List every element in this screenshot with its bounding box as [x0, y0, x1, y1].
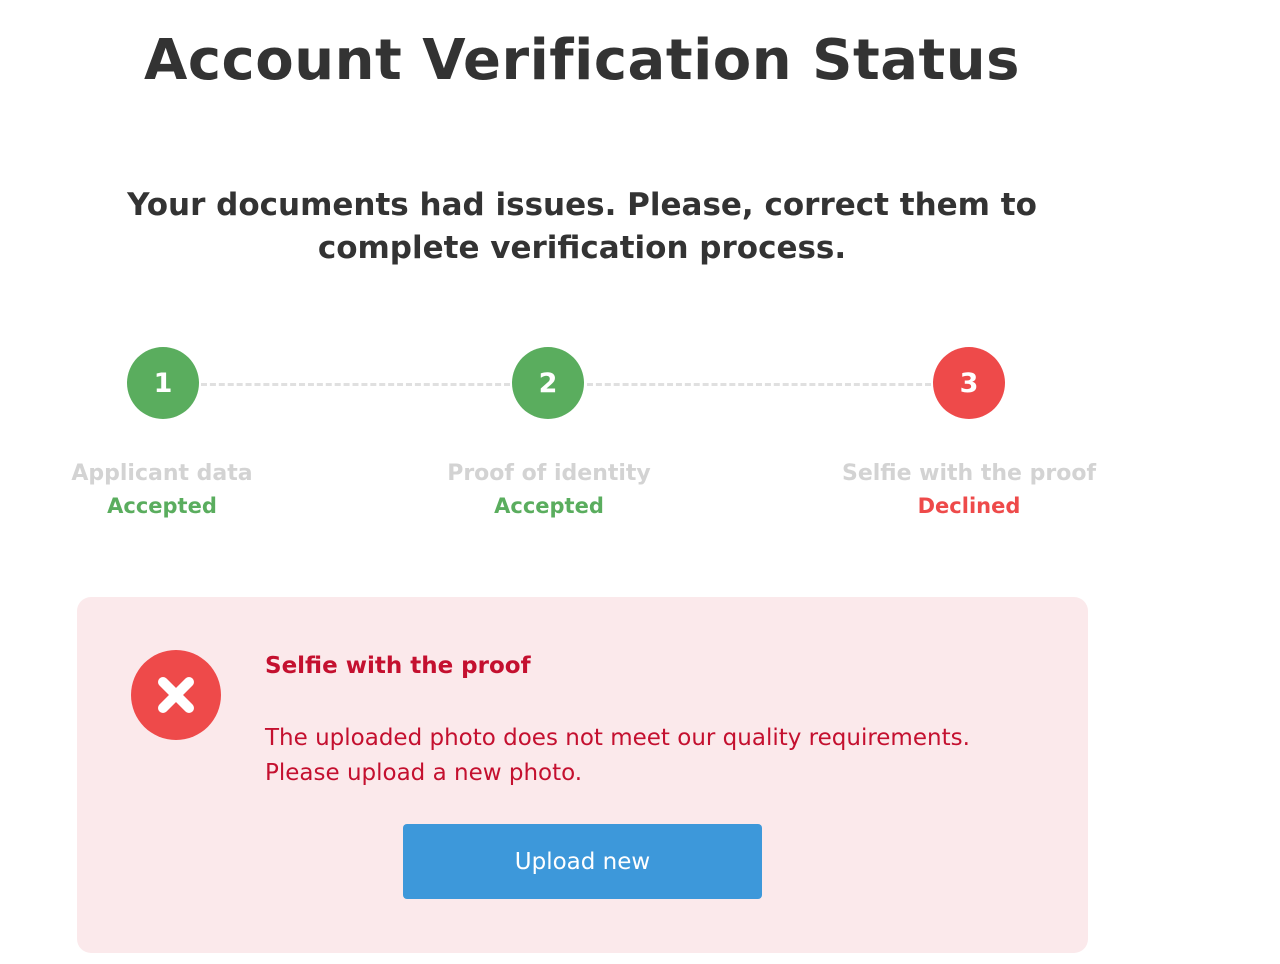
error-message-line-1: The uploaded photo does not meet our qua…	[265, 725, 970, 751]
upload-new-button[interactable]: Upload new	[403, 824, 762, 899]
step-circle-selfie-with-proof: 3	[933, 347, 1005, 419]
step-connector-1-2	[201, 383, 510, 386]
close-icon	[131, 650, 221, 740]
step-circle-applicant-data: 1	[127, 347, 199, 419]
step-status-applicant-data: Accepted	[107, 494, 217, 518]
step-label-selfie-with-proof: Selfie with the proof	[841, 461, 1097, 486]
verification-page: Account Verification Status Your documen…	[0, 0, 1280, 964]
error-title: Selfie with the proof	[265, 653, 531, 679]
step-label-proof-of-identity: Proof of identity	[447, 461, 651, 486]
close-icon-glyph	[158, 677, 194, 713]
step-label-applicant-data: Applicant data	[71, 461, 253, 486]
verification-stepper: 1 Applicant data Accepted 2 Proof of ide…	[0, 0, 1280, 540]
error-message-line-2: Please upload a new photo.	[265, 760, 583, 786]
step-status-proof-of-identity: Accepted	[494, 494, 604, 518]
error-panel: Selfie with the proof The uploaded photo…	[77, 597, 1088, 953]
step-connector-2-3	[587, 383, 931, 386]
step-circle-proof-of-identity: 2	[512, 347, 584, 419]
step-status-selfie-with-proof: Declined	[917, 494, 1021, 518]
error-message: The uploaded photo does not meet our qua…	[265, 721, 1045, 791]
